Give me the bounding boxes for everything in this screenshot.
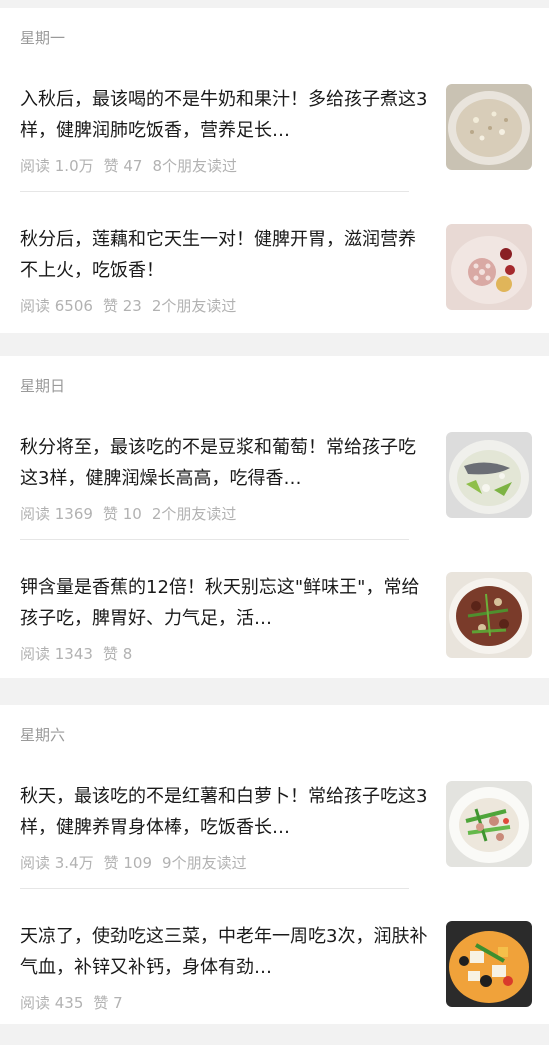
article-meta: 阅读 1369 赞 10 2个朋友读过 — [20, 504, 236, 524]
like-count: 赞 8 — [102, 645, 133, 663]
article-thumbnail[interactable] — [446, 224, 532, 310]
article-thumbnail[interactable] — [446, 781, 532, 867]
article-meta: 阅读 435 赞 7 — [20, 993, 123, 1013]
friends-read: 8个朋友读过 — [152, 157, 238, 175]
article-item[interactable]: 天凉了，使劲吃这三菜，中老年一周吃3次，润肤补气血，补锌又补钙，身体有劲… 阅读… — [0, 915, 549, 1045]
lotus-root-soup-thumbnail — [446, 224, 532, 310]
like-count: 赞 23 — [102, 297, 142, 315]
article-thumbnail[interactable] — [446, 84, 532, 170]
divider — [20, 888, 409, 889]
friends-read: 2个朋友读过 — [151, 505, 237, 523]
read-count: 阅读 435 — [20, 994, 84, 1012]
article-title[interactable]: 秋分后，莲藕和它天生一对！健脾开胃，滋润营养不上火，吃饭香！ — [20, 224, 428, 286]
article-title[interactable]: 秋天，最该吃的不是红薯和白萝卜！常给孩子吃这3样，健脾养胃身体棒，吃饭香长… — [20, 781, 428, 843]
fish-soup-thumbnail — [446, 432, 532, 518]
article-title[interactable]: 秋分将至，最该吃的不是豆浆和葡萄！常给孩子吃这3样，健脾润燥长高高，吃得香… — [20, 432, 428, 494]
stir-fry-thumbnail — [446, 572, 532, 658]
read-count: 阅读 3.4万 — [20, 854, 94, 872]
read-count: 阅读 1369 — [20, 505, 93, 523]
article-meta: 阅读 6506 赞 23 2个朋友读过 — [20, 296, 236, 316]
day-group-monday: 星期一 入秋后，最该喝的不是牛奶和果汁！多给孩子煮这3样，健脾润肺吃饭香，营养足… — [0, 8, 549, 333]
day-label: 星期六 — [20, 726, 66, 744]
like-count: 赞 47 — [103, 157, 143, 175]
article-title[interactable]: 入秋后，最该喝的不是牛奶和果汁！多给孩子煮这3样，健脾润肺吃饭香，营养足长… — [20, 84, 428, 146]
divider — [20, 539, 409, 540]
pork-celery-stir-fry-thumbnail — [446, 781, 532, 867]
like-count: 赞 10 — [102, 505, 142, 523]
read-count: 阅读 6506 — [20, 297, 93, 315]
article-meta: 阅读 1.0万赞 47 8个朋友读过 — [20, 156, 237, 176]
article-item[interactable]: 秋分后，莲藕和它天生一对！健脾开胃，滋润营养不上火，吃饭香！ 阅读 6506 赞 … — [0, 218, 549, 348]
day-label: 星期一 — [20, 29, 66, 47]
tofu-vegetable-thumbnail — [446, 921, 532, 1007]
read-count: 阅读 1.0万 — [20, 157, 94, 175]
article-thumbnail[interactable] — [446, 921, 532, 1007]
article-item[interactable]: 秋分将至，最该吃的不是豆浆和葡萄！常给孩子吃这3样，健脾润燥长高高，吃得香… 阅… — [0, 426, 549, 556]
article-thumbnail[interactable] — [446, 572, 532, 658]
article-title[interactable]: 钾含量是香蕉的12倍！秋天别忘这"鲜味王"，常给孩子吃，脾胃好、力气足，活… — [20, 572, 428, 634]
article-meta: 阅读 3.4万赞 109 9个朋友读过 — [20, 853, 247, 873]
article-item[interactable]: 钾含量是香蕉的12倍！秋天别忘这"鲜味王"，常给孩子吃，脾胃好、力气足，活… 阅… — [0, 566, 549, 696]
day-group-saturday: 星期六 秋天，最该吃的不是红薯和白萝卜！常给孩子吃这3样，健脾养胃身体棒，吃饭香… — [0, 705, 549, 1024]
porridge-bowl-thumbnail — [446, 84, 532, 170]
article-item[interactable]: 秋天，最该吃的不是红薯和白萝卜！常给孩子吃这3样，健脾养胃身体棒，吃饭香长… 阅… — [0, 775, 549, 905]
friends-read: 9个朋友读过 — [162, 854, 247, 872]
read-count: 阅读 1343 — [20, 645, 93, 663]
article-title[interactable]: 天凉了，使劲吃这三菜，中老年一周吃3次，润肤补气血，补锌又补钙，身体有劲… — [20, 921, 428, 983]
article-item[interactable]: 入秋后，最该喝的不是牛奶和果汁！多给孩子煮这3样，健脾润肺吃饭香，营养足长… 阅… — [0, 78, 549, 208]
like-count: 赞 109 — [103, 854, 153, 872]
article-meta: 阅读 1343 赞 8 — [20, 644, 132, 664]
day-group-sunday: 星期日 秋分将至，最该吃的不是豆浆和葡萄！常给孩子吃这3样，健脾润燥长高高，吃得… — [0, 356, 549, 678]
article-thumbnail[interactable] — [446, 432, 532, 518]
divider — [20, 191, 409, 192]
friends-read: 2个朋友读过 — [151, 297, 237, 315]
like-count: 赞 7 — [93, 994, 123, 1012]
day-label: 星期日 — [20, 377, 66, 395]
